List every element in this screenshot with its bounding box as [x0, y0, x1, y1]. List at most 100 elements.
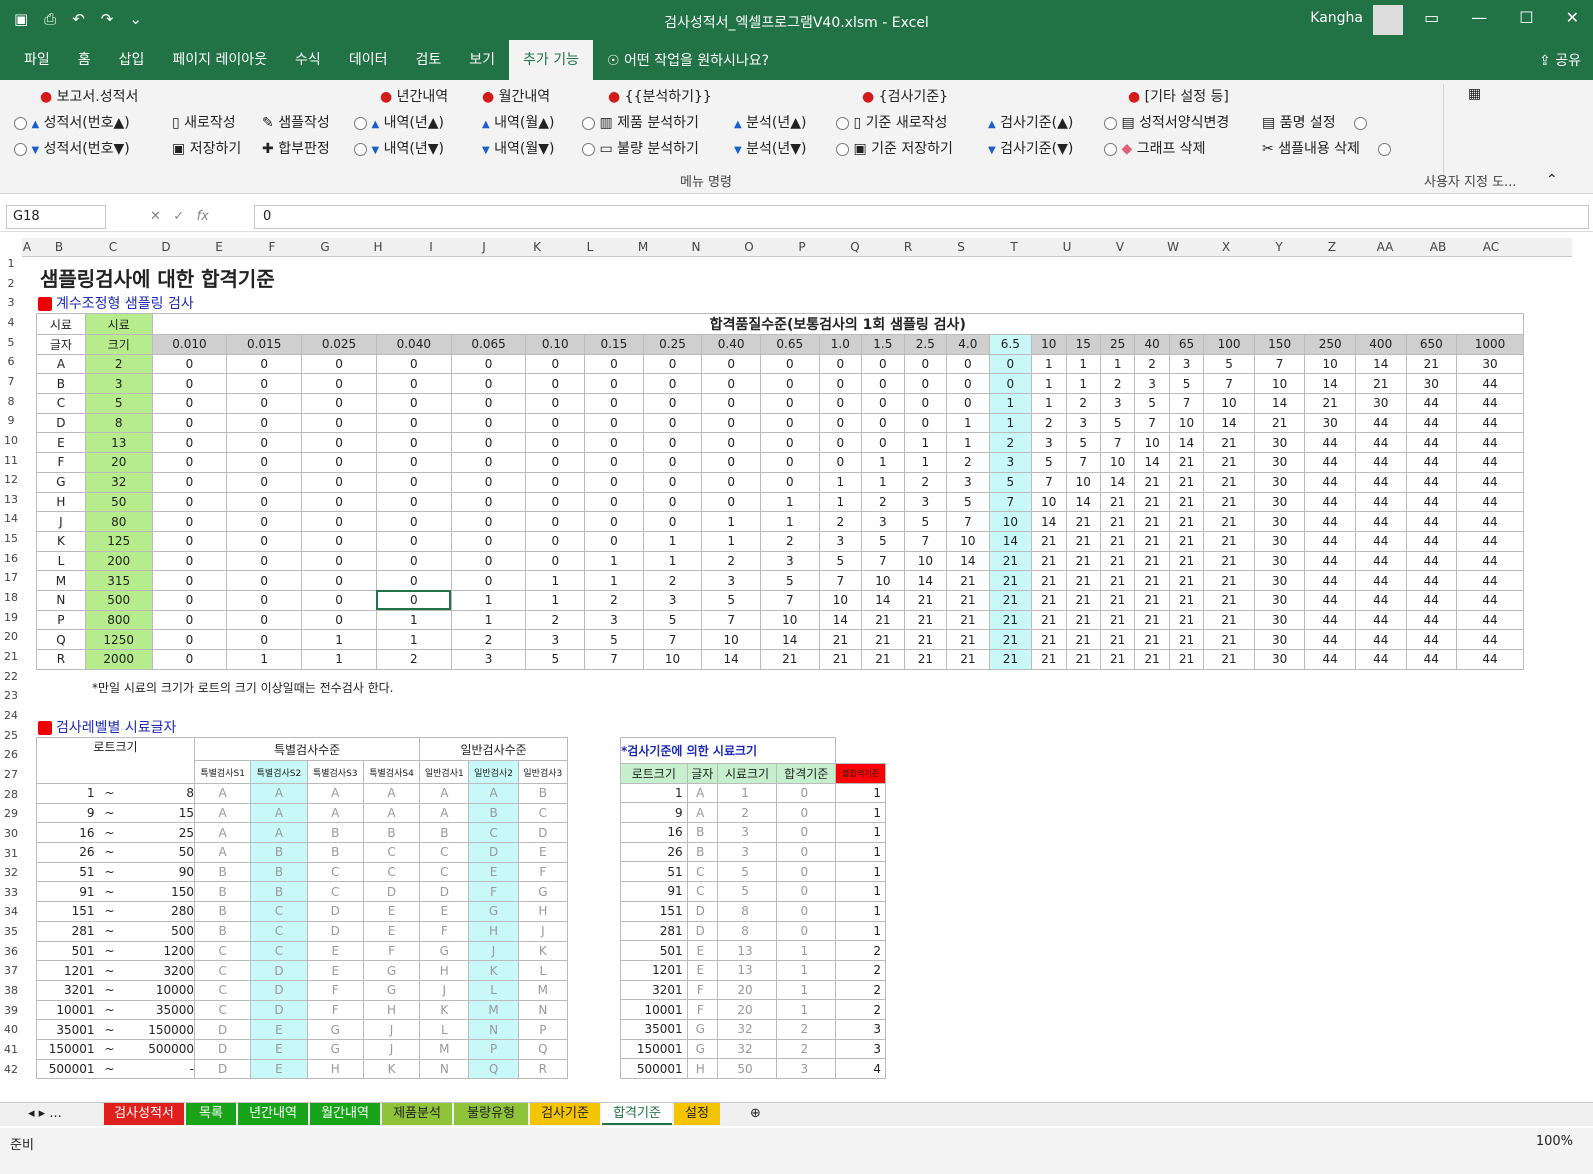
acceptance-cell[interactable]: 44 — [1456, 432, 1524, 454]
acceptance-cell[interactable]: 0 — [226, 589, 303, 611]
code-letter-cell[interactable]: M — [517, 979, 569, 1001]
column-header[interactable]: D — [140, 240, 192, 254]
code-letter[interactable]: B — [36, 373, 86, 395]
sample-table-cell[interactable]: 3201 — [620, 979, 688, 1001]
acceptance-cell[interactable]: 0 — [818, 373, 863, 395]
code-letter[interactable]: A — [36, 353, 86, 375]
code-letter-cell[interactable]: C — [517, 802, 569, 824]
sample-table-cell[interactable]: 10001 — [620, 999, 688, 1020]
code-letter-cell[interactable]: A — [250, 783, 308, 804]
acceptance-cell[interactable]: 0 — [642, 511, 703, 532]
acceptance-cell[interactable]: 0 — [818, 432, 863, 454]
code-letter-cell[interactable]: B — [306, 822, 364, 844]
sample-table-cell[interactable]: 1 — [835, 861, 886, 883]
acceptance-cell[interactable]: 21 — [1031, 589, 1067, 611]
sample-table-cell[interactable]: 3 — [835, 1038, 886, 1060]
acceptance-cell[interactable]: 14 — [861, 589, 905, 611]
code-letter-cell[interactable]: C — [193, 960, 252, 981]
acceptance-cell[interactable]: 0 — [226, 393, 303, 414]
acceptance-cell[interactable]: 14 — [759, 629, 820, 650]
acceptance-cell[interactable]: 1 — [1031, 373, 1067, 395]
sample-table-cell[interactable]: 2 — [835, 940, 886, 961]
acceptance-cell[interactable]: 3 — [525, 629, 586, 650]
code-letter-cell[interactable]: C — [419, 861, 470, 883]
radio-icon[interactable] — [836, 142, 849, 156]
acceptance-cell[interactable]: 0 — [301, 609, 377, 631]
acceptance-cell[interactable]: 2 — [861, 491, 905, 513]
code-letter-cell[interactable]: G — [468, 901, 519, 922]
acceptance-cell[interactable]: 0 — [525, 412, 586, 434]
column-header[interactable]: V — [1094, 240, 1146, 254]
acceptance-cell[interactable]: 14 — [1253, 393, 1306, 414]
acceptance-cell[interactable]: 1 — [301, 629, 377, 650]
acceptance-cell[interactable]: 44 — [1354, 530, 1407, 552]
acceptance-cell[interactable]: 21 — [1168, 491, 1205, 513]
acceptance-cell[interactable]: 21 — [1405, 353, 1458, 375]
acceptance-cell[interactable]: 7 — [861, 550, 905, 572]
code-letter-cell[interactable]: J — [362, 1038, 421, 1060]
code-letter-cell[interactable]: L — [419, 1019, 470, 1040]
code-letter[interactable]: M — [36, 570, 86, 591]
acceptance-cell[interactable]: 21 — [1099, 629, 1136, 650]
graph-delete-button[interactable]: ◆ 그래프 삭제 — [1104, 138, 1206, 158]
acceptance-cell[interactable]: 1 — [1065, 373, 1101, 395]
lot-from[interactable]: 26 — [36, 842, 95, 863]
code-letter-cell[interactable]: A — [193, 842, 252, 863]
ribbon-tab-4[interactable]: 수식 — [281, 40, 335, 80]
sample-table-cell[interactable]: B — [686, 841, 718, 863]
acceptance-cell[interactable]: 0 — [301, 353, 377, 375]
acceptance-cell[interactable]: 44 — [1354, 452, 1407, 473]
sample-size[interactable]: 315 — [84, 570, 153, 591]
column-header[interactable]: C — [86, 240, 140, 254]
sample-table-cell[interactable]: 1 — [835, 881, 886, 902]
acceptance-cell[interactable]: 0 — [759, 471, 820, 493]
column-header[interactable]: L — [564, 240, 616, 254]
column-header[interactable]: AC — [1464, 240, 1518, 254]
acceptance-cell[interactable]: 10 — [1253, 373, 1306, 395]
lot-from[interactable]: 150001 — [36, 1038, 95, 1060]
sample-table-cell[interactable]: 4 — [835, 1058, 886, 1079]
product-analysis-button[interactable]: ▥ 제품 분석하기 — [582, 112, 699, 132]
sample-table-cell[interactable]: 20 — [716, 999, 778, 1020]
radio-icon[interactable] — [14, 142, 27, 156]
sample-size[interactable]: 800 — [84, 609, 153, 631]
sample-table-cell[interactable]: C — [686, 861, 718, 883]
acceptance-cell[interactable]: 0 — [301, 550, 377, 572]
acceptance-cell[interactable]: 1 — [226, 649, 303, 670]
acceptance-cell[interactable]: 0 — [759, 412, 820, 434]
acceptance-cell[interactable]: 21 — [1168, 550, 1205, 572]
row-header[interactable]: 40 — [0, 1023, 22, 1036]
acceptance-cell[interactable]: 21 — [988, 649, 1033, 670]
form-change-button[interactable]: ▤ 성적서양식변경 — [1104, 112, 1229, 132]
code-letter-cell[interactable]: F — [306, 979, 364, 1001]
code-letter-cell[interactable]: A — [362, 783, 421, 804]
acceptance-cell[interactable]: 21 — [903, 589, 948, 611]
code-letter[interactable]: G — [36, 471, 86, 493]
code-letter-cell[interactable]: F — [517, 861, 569, 883]
acceptance-cell[interactable]: 0 — [375, 589, 452, 611]
acceptance-cell[interactable]: 0 — [151, 393, 228, 414]
sample-table-cell[interactable]: 150001 — [620, 1038, 688, 1060]
sample-delete-button[interactable]: ✂ 샘플내용 삭제 — [1262, 138, 1392, 158]
acceptance-cell[interactable]: 44 — [1456, 550, 1524, 572]
acceptance-cell[interactable]: 10 — [988, 511, 1033, 532]
acceptance-cell[interactable]: 0 — [450, 412, 527, 434]
acceptance-cell[interactable]: 3 — [1134, 373, 1170, 395]
acceptance-cell[interactable]: 21 — [1099, 570, 1136, 591]
acceptance-cell[interactable]: 44 — [1354, 629, 1407, 650]
row-header[interactable]: 37 — [0, 964, 22, 977]
row-header[interactable]: 21 — [0, 650, 22, 663]
acceptance-cell[interactable]: 0 — [525, 491, 586, 513]
code-letter-cell[interactable]: F — [468, 881, 519, 903]
lot-to[interactable]: 90 — [124, 861, 195, 883]
acceptance-cell[interactable]: 3 — [701, 570, 761, 591]
acceptance-cell[interactable]: 0 — [301, 491, 377, 513]
acceptance-cell[interactable]: 1 — [759, 511, 820, 532]
zoom-level[interactable]: 100% — [1536, 1134, 1573, 1149]
acceptance-cell[interactable]: 0 — [226, 432, 303, 454]
acceptance-cell[interactable]: 21 — [988, 609, 1033, 631]
acceptance-cell[interactable]: 44 — [1456, 373, 1524, 395]
row-header[interactable]: 31 — [0, 847, 22, 860]
share-button[interactable]: ⇪ 공유 — [1539, 50, 1581, 70]
code-letter[interactable]: H — [36, 491, 86, 513]
